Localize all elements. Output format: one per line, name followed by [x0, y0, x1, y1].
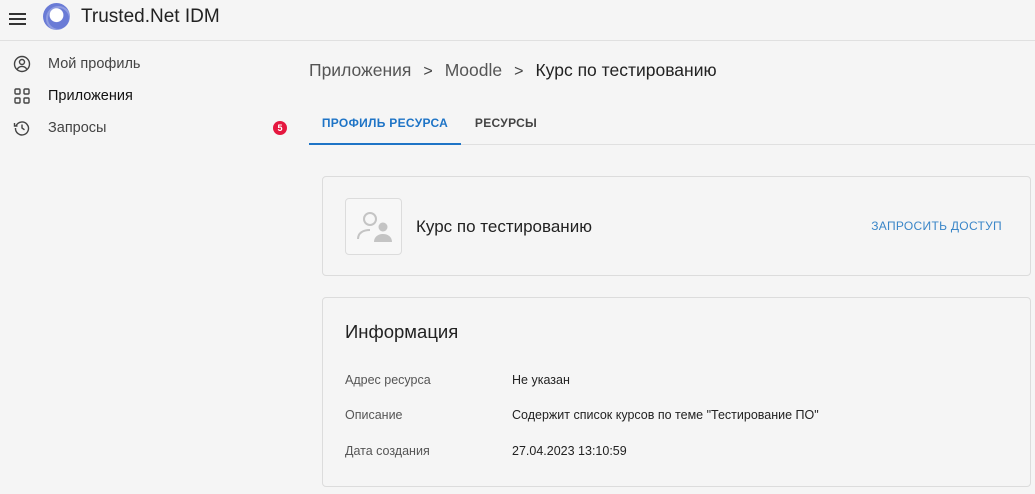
tab-resource-profile[interactable]: ПРОФИЛЬ РЕСУРСА [309, 103, 461, 145]
sidebar-item-label: Запросы [48, 120, 107, 136]
requests-count-badge: 5 [273, 121, 287, 135]
sidebar-item-profile[interactable]: Мой профиль [0, 48, 300, 80]
tab-bar: ПРОФИЛЬ РЕСУРСА РЕСУРСЫ [309, 103, 1035, 145]
menu-icon[interactable] [9, 10, 27, 28]
info-key: Адрес ресурса [345, 373, 431, 387]
info-value: Не указан [512, 373, 570, 387]
user-circle-icon [13, 55, 31, 73]
breadcrumb-separator: > [514, 63, 524, 80]
breadcrumb-item-current: Курс по тестированию [535, 60, 717, 80]
breadcrumb: Приложения > Moodle > Курс по тестированию [309, 60, 717, 81]
sidebar-item-label: Приложения [48, 88, 133, 104]
resource-card: Курс по тестированию ЗАПРОСИТЬ ДОСТУП [322, 176, 1031, 276]
breadcrumb-item-moodle[interactable]: Moodle [445, 60, 502, 80]
info-key: Дата создания [345, 444, 430, 458]
resource-name: Курс по тестированию [416, 217, 592, 236]
users-placeholder-icon [345, 198, 402, 255]
info-value: Содержит список курсов по теме "Тестиров… [512, 408, 819, 422]
info-row: Дата создания 27.04.2023 13:10:59 [345, 444, 1005, 462]
breadcrumb-separator: > [423, 63, 433, 80]
info-card: Информация Адрес ресурса Не указан Описа… [322, 297, 1031, 487]
info-key: Описание [345, 408, 403, 422]
info-title: Информация [345, 321, 459, 342]
tab-resources[interactable]: РЕСУРСЫ [461, 103, 551, 145]
sidebar-item-label: Мой профиль [48, 56, 141, 72]
info-row: Описание Содержит список курсов по теме … [345, 408, 1005, 426]
top-app-bar: Trusted.Net IDM [0, 0, 1035, 41]
app-logo [43, 3, 71, 31]
sidebar: Мой профиль Приложения Запросы 5 [0, 41, 300, 494]
app-title: Trusted.Net IDM [81, 6, 220, 27]
history-icon [13, 119, 31, 137]
sidebar-item-requests[interactable]: Запросы [0, 112, 300, 144]
request-access-button[interactable]: ЗАПРОСИТЬ ДОСТУП [871, 219, 1002, 233]
apps-grid-icon [13, 87, 31, 105]
info-row: Адрес ресурса Не указан [345, 373, 1005, 391]
breadcrumb-item-applications[interactable]: Приложения [309, 60, 411, 80]
info-value: 27.04.2023 13:10:59 [512, 444, 627, 458]
sidebar-item-applications[interactable]: Приложения [0, 80, 300, 112]
